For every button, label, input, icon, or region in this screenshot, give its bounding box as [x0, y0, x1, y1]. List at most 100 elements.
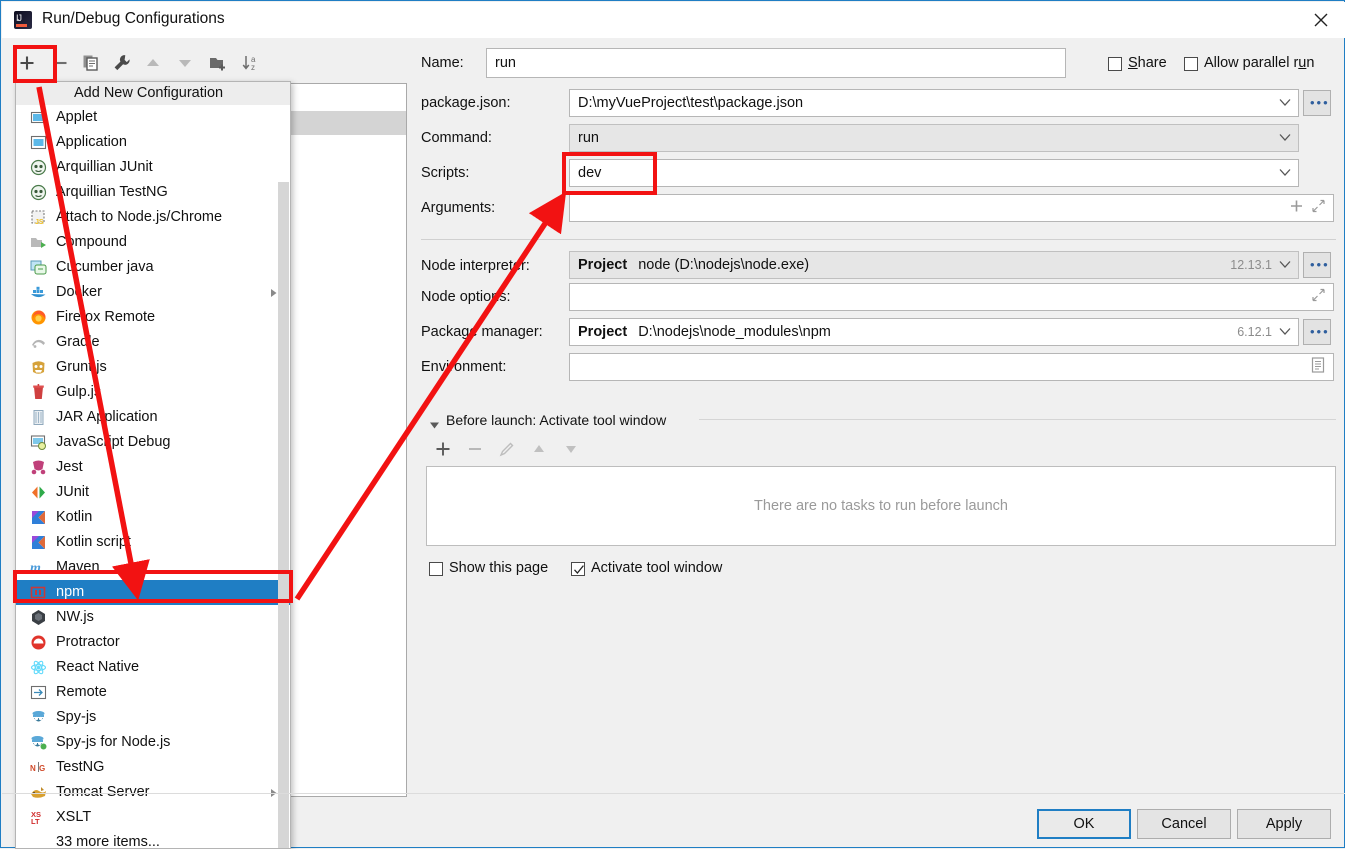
configuration-type-item[interactable]: JUnit [16, 480, 290, 505]
edit-task-button[interactable] [492, 435, 522, 461]
configuration-type-item[interactable]: Spy-js [16, 705, 290, 730]
package-manager-browse-button[interactable]: ••• [1303, 319, 1331, 345]
configuration-type-item[interactable]: Remote [16, 680, 290, 705]
configuration-type-item[interactable]: JS Attach to Node.js/Chrome [16, 205, 290, 230]
popup-header: Add New Configuration [16, 82, 290, 105]
configuration-type-label: npm [56, 584, 85, 600]
expand-icon[interactable] [1312, 199, 1325, 217]
wrench-icon[interactable] [108, 47, 136, 79]
configuration-type-item[interactable]: Kotlin [16, 505, 290, 530]
configuration-type-item[interactable]: Applet [16, 105, 290, 130]
popup-scrollbar-thumb[interactable] [278, 182, 289, 848]
add-task-button[interactable] [428, 435, 458, 461]
configuration-type-item[interactable]: Gradle [16, 330, 290, 355]
npm-list-item[interactable]: npm [16, 580, 290, 605]
package-manager-select[interactable]: Project D:\nodejs\node_modules\npm 6.12.… [569, 318, 1299, 346]
configuration-type-item[interactable]: 33 more items... [16, 830, 290, 849]
configuration-type-item[interactable]: Application [16, 130, 290, 155]
configuration-type-label: Compound [56, 234, 127, 250]
environment-variables-icon[interactable] [1311, 357, 1325, 377]
chevron-down-icon[interactable] [1279, 130, 1291, 146]
maven-icon: m [30, 559, 47, 576]
configuration-type-item[interactable]: Docker [16, 280, 290, 305]
node-interpreter-browse-button[interactable]: ••• [1303, 252, 1331, 278]
configuration-type-label: Applet [56, 109, 98, 125]
configuration-type-item[interactable]: Compound [16, 230, 290, 255]
configuration-type-item[interactable]: React Native [16, 655, 290, 680]
before-launch-toolbar [428, 435, 628, 463]
chevron-down-icon[interactable] [1279, 95, 1291, 111]
close-icon[interactable] [1299, 2, 1345, 37]
configuration-type-label: 33 more items... [56, 834, 160, 849]
configuration-type-item[interactable]: Cucumber java [16, 255, 290, 280]
configuration-type-item[interactable]: m Maven [16, 555, 290, 580]
move-up-button[interactable] [139, 47, 167, 79]
arguments-input[interactable] [569, 194, 1334, 222]
configuration-type-label: Spy-js [56, 709, 97, 725]
name-label: Name: [421, 55, 464, 71]
create-folder-button[interactable] [204, 47, 232, 79]
package-manager-label: Package manager: [421, 324, 543, 340]
allow-parallel-run-label: Allow parallel run [1204, 55, 1315, 71]
remove-configuration-button[interactable] [46, 47, 74, 79]
configuration-type-label: XSLT [56, 809, 92, 825]
arquillian-icon [30, 184, 47, 201]
package-json-browse-button[interactable]: ••• [1303, 90, 1331, 116]
expand-icon[interactable] [1312, 288, 1325, 306]
move-task-up-button[interactable] [524, 435, 554, 461]
remove-task-button[interactable] [460, 435, 490, 461]
name-input[interactable]: run [486, 48, 1066, 78]
configuration-type-item[interactable]: NW.js [16, 605, 290, 630]
package-json-value: D:\myVueProject\test\package.json [578, 95, 804, 111]
configuration-type-label: Gulp.js [56, 384, 102, 400]
configuration-type-item[interactable]: Arquillian TestNG [16, 180, 290, 205]
before-launch-collapse-icon[interactable] [429, 417, 440, 435]
ok-button[interactable]: OK [1037, 809, 1131, 839]
configuration-type-item[interactable]: Kotlin script [16, 530, 290, 555]
firefox-icon [30, 309, 47, 326]
configuration-type-list[interactable]: Applet Application Arquillian JUnit Arquill… [16, 105, 290, 849]
cancel-button[interactable]: Cancel [1137, 809, 1231, 839]
configuration-type-item[interactable]: XS LT XSLT [16, 805, 290, 830]
chevron-down-icon[interactable] [1279, 257, 1291, 273]
command-select[interactable]: run [569, 124, 1299, 152]
add-new-configuration-popup[interactable]: Add New Configuration Applet Application A… [15, 81, 291, 849]
configuration-type-item[interactable]: JAR Application [16, 405, 290, 430]
add-configuration-button[interactable] [13, 47, 41, 79]
kotlin-icon [30, 509, 47, 526]
chevron-down-icon[interactable] [1279, 165, 1291, 181]
configuration-type-item[interactable]: Protractor [16, 630, 290, 655]
apply-button[interactable]: Apply [1237, 809, 1331, 839]
copy-configuration-button[interactable] [77, 47, 105, 79]
sort-az-icon[interactable]: a z [237, 47, 265, 79]
node-interpreter-select[interactable]: Project node (D:\nodejs\node.exe) 12.13.… [569, 251, 1299, 279]
configuration-type-item[interactable]: Arquillian JUnit [16, 155, 290, 180]
configuration-type-item[interactable]: Firefox Remote [16, 305, 290, 330]
move-down-button[interactable] [171, 47, 199, 79]
configuration-type-label: Docker [56, 284, 102, 300]
node-interpreter-version: 12.13.1 [1230, 258, 1272, 272]
before-launch-tasks-list[interactable]: There are no tasks to run before launch [426, 466, 1336, 546]
dialog-title: Run/Debug Configurations [42, 10, 225, 27]
configuration-type-item[interactable]: Spy-js for Node.js [16, 730, 290, 755]
applet-icon [30, 109, 47, 126]
configuration-type-item[interactable]: Grunt.js [16, 355, 290, 380]
package-json-input[interactable]: D:\myVueProject\test\package.json [569, 89, 1299, 117]
configuration-type-label: Grunt.js [56, 359, 107, 375]
configuration-type-item[interactable]: Jest [16, 455, 290, 480]
configuration-type-item[interactable]: JavaScript Debug [16, 430, 290, 455]
node-options-input[interactable] [569, 283, 1334, 311]
environment-input[interactable] [569, 353, 1334, 381]
configuration-type-item[interactable]: N G TestNG [16, 755, 290, 780]
svg-text:LT: LT [31, 817, 40, 826]
check-icon [573, 563, 585, 581]
node-interpreter-value: node (D:\nodejs\node.exe) [638, 257, 810, 273]
scripts-value: dev [578, 165, 602, 181]
configuration-type-item[interactable]: Gulp.js [16, 380, 290, 405]
move-task-down-button[interactable] [556, 435, 586, 461]
chevron-down-icon[interactable] [1279, 324, 1291, 340]
package-json-label: package.json: [421, 95, 511, 111]
scripts-select[interactable]: dev [569, 159, 1299, 187]
configuration-type-label: Kotlin [56, 509, 93, 525]
add-argument-icon[interactable] [1290, 200, 1303, 217]
